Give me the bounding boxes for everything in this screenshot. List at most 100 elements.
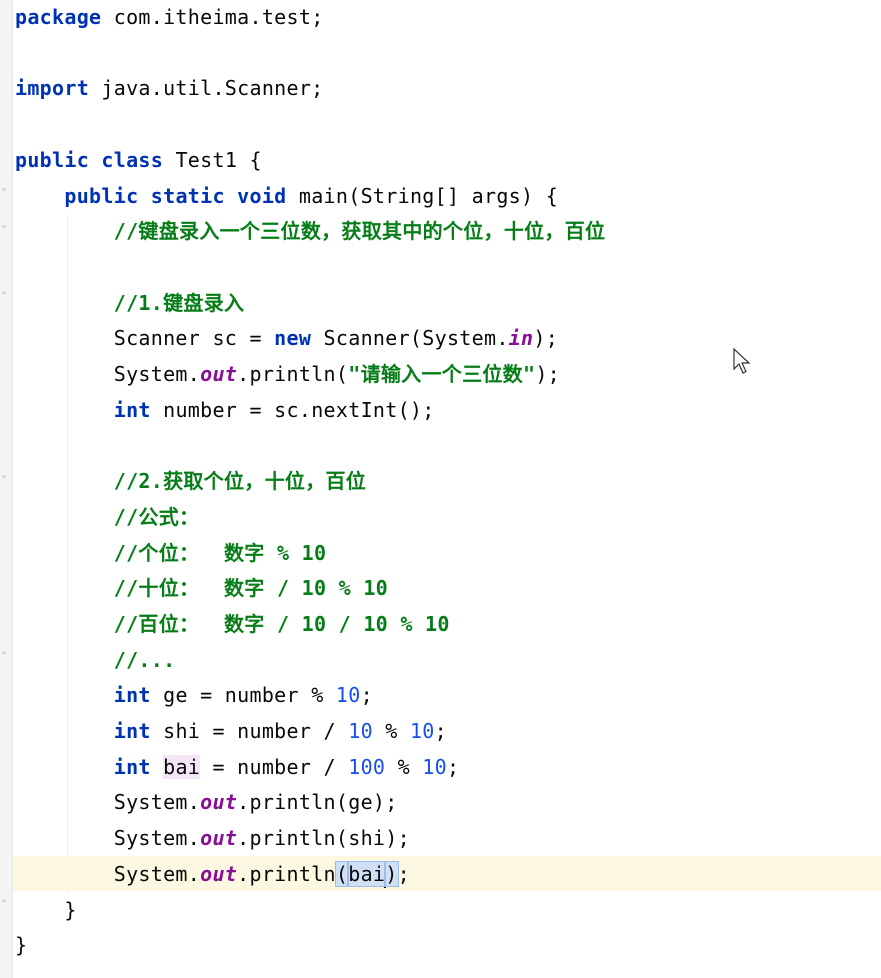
code-token: % [372,719,410,743]
code-token: ( [334,860,350,887]
fold-marker-icon[interactable]: ⌄ [1,471,9,480]
code-editor[interactable]: ⌄ ⌄ ⌃ ⌄ ⌃ ⌃ package com.itheima.test; imp… [0,0,881,978]
code-token: System. [15,861,201,886]
code-token: System. [15,826,201,851]
code-token: 10 [422,754,447,779]
code-line[interactable]: //十位： 数字 / 10 % 10 [15,571,388,607]
editor-gutter[interactable] [0,0,13,978]
code-line[interactable]: //键盘录入一个三位数，获取其中的个位，十位，百位 [15,214,605,250]
code-line[interactable]: System.out.println(ge); [15,785,398,821]
code-line[interactable]: } [15,928,27,964]
code-token: ; [434,719,447,743]
code-token: ; [360,683,373,708]
code-token: number = sc.nextInt(); [150,397,435,422]
fold-marker-icon[interactable]: ⌃ [1,652,9,661]
code-token: //1.键盘录入 [113,290,245,315]
code-token: //... [113,647,176,672]
code-token: .println(shi); [237,826,410,851]
code-line[interactable]: Scanner sc = new Scanner(System.in); [15,321,558,357]
code-line[interactable]: //2.获取个位，十位，百位 [15,464,366,500]
code-token: out [200,826,238,851]
fold-marker-icon[interactable]: ⌄ [1,221,9,230]
code-line[interactable]: int bai = number / 100 % 10; [15,750,459,786]
code-token: public [64,183,139,208]
code-line[interactable]: } [15,893,77,929]
code-token: int [113,754,151,779]
code-token: void [237,183,287,208]
code-token: int [113,683,151,708]
code-token: in [508,326,534,351]
code-token: package [15,5,102,29]
code-token: Scanner(System. [311,326,509,351]
code-token: System. [15,362,201,386]
code-token: public [15,147,90,172]
code-token: 10 [348,719,373,743]
code-token: java.util.Scanner; [89,76,324,101]
code-token: .println(ge); [237,790,398,815]
code-token: ; [446,754,460,779]
code-token: import [15,76,90,101]
code-token: //2.获取个位，十位，百位 [113,469,367,494]
code-token: 10 [409,719,435,743]
code-line[interactable]: package com.itheima.test; [15,0,324,36]
code-token: bai [347,860,387,887]
code-token: "请输入一个三位数" [348,362,536,386]
code-token: 10 [335,683,361,708]
code-token: static [150,183,225,208]
code-token: 100 [348,754,386,779]
code-token: } [15,933,28,958]
code-line[interactable]: public class Test1 { [15,143,262,179]
code-token: int [113,719,151,743]
fold-marker-icon[interactable]: ⌃ [1,292,9,301]
code-token: System. [15,790,201,815]
code-token: int [113,397,151,422]
code-line[interactable]: int shi = number / 10 % 10; [15,714,447,750]
code-line[interactable]: public static void main(String[] args) { [15,179,558,215]
code-token: = number / [200,754,349,779]
code-line[interactable]: //... [15,643,175,679]
code-token: main(String[] args) { [286,183,559,208]
code-token: .println( [237,362,349,386]
code-line[interactable]: int number = sc.nextInt(); [15,393,435,429]
code-token: .println [237,861,336,886]
code-token: ge = number % [150,683,336,708]
fold-marker-icon[interactable]: ⌃ [1,900,9,909]
fold-marker-icon[interactable]: ⌄ [1,184,9,193]
code-token: } [15,897,77,922]
code-line[interactable]: //公式： [15,500,199,536]
code-token: % [385,754,423,779]
code-line[interactable]: System.out.println(bai); [15,857,410,893]
code-token: //十位： 数字 / 10 % 10 [113,576,389,601]
code-line[interactable]: import java.util.Scanner; [15,71,324,107]
code-line[interactable]: int ge = number % 10; [15,678,373,714]
code-line[interactable]: System.out.println("请输入一个三位数"); [15,357,560,393]
code-line[interactable]: //百位： 数字 / 10 / 10 % 10 [15,607,450,643]
code-token: out [200,362,238,386]
code-token: ; [397,861,410,886]
code-line[interactable]: //1.键盘录入 [15,286,244,322]
code-token: ); [535,362,561,386]
code-token: bai [163,754,201,779]
code-token: Test1 { [163,147,262,172]
code-token: shi = number / [150,719,349,743]
code-line[interactable]: System.out.println(shi); [15,821,410,857]
code-token: ) [384,860,399,887]
code-line[interactable]: //个位： 数字 % 10 [15,536,326,572]
code-token: //公式： [113,504,200,529]
code-token: //个位： 数字 % 10 [113,540,327,565]
code-token: out [200,861,238,886]
